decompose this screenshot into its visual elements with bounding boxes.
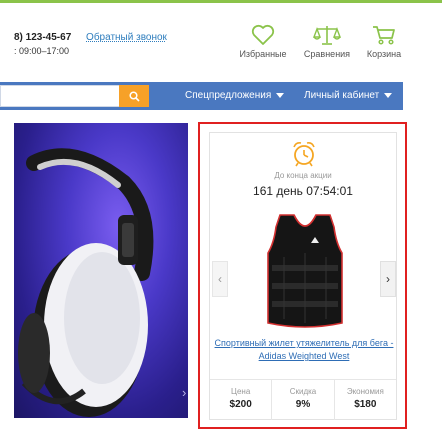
heart-icon <box>251 24 275 45</box>
savings-label: Экономия <box>346 387 384 396</box>
cart-icon <box>373 26 395 45</box>
search-input[interactable] <box>0 85 119 107</box>
price-stat: Цена $200 <box>210 380 273 420</box>
countdown-timer: 161 день 07:54:01 <box>253 184 353 198</box>
nav-special-offers-label: Спецпредложения <box>185 90 272 101</box>
working-hours: : 09:00–17:00 <box>14 46 70 56</box>
compare-button[interactable]: Сравнения <box>298 24 356 59</box>
promo-banner[interactable]: › <box>14 123 188 418</box>
countdown-label: До конца акции <box>274 171 332 180</box>
promo-stats: Цена $200 Скидка 9% Экономия $180 <box>210 379 396 420</box>
scales-icon <box>313 26 341 45</box>
chevron-right-icon: › <box>386 272 390 286</box>
prev-product-button[interactable]: ‹ <box>212 261 228 297</box>
favorites-button[interactable]: Избранные <box>236 24 290 59</box>
savings-stat: Экономия $180 <box>335 380 396 420</box>
search-button[interactable] <box>119 85 149 107</box>
nav-special-offers[interactable]: Спецпредложения <box>185 82 285 110</box>
banner-next-arrow[interactable]: › <box>182 385 186 400</box>
promo-widget: До конца акции 161 день 07:54:01 ‹ › Спо… <box>198 122 407 429</box>
discount-value: 9% <box>295 399 311 410</box>
callback-link[interactable]: Обратный звонок <box>86 32 167 43</box>
chevron-down-icon <box>384 92 393 98</box>
compare-label: Сравнения <box>303 49 351 59</box>
search-icon <box>128 90 140 102</box>
nav-personal-account-label: Личный кабинет <box>304 90 380 101</box>
top-accent-line <box>0 0 442 3</box>
discount-label: Скидка <box>289 387 317 396</box>
alarm-clock-icon <box>293 142 315 167</box>
favorites-label: Избранные <box>239 49 287 59</box>
next-product-button[interactable]: › <box>380 261 396 297</box>
contact-block: 8) 123-45-67 Обратный звонок <box>14 31 167 44</box>
promo-card: До конца акции 161 день 07:54:01 ‹ › Спо… <box>209 132 397 420</box>
product-image[interactable] <box>264 213 346 331</box>
chevron-left-icon: ‹ <box>218 272 222 286</box>
chevron-down-icon <box>276 92 285 98</box>
product-link[interactable]: Спортивный жилет утяжелитель для бега - … <box>214 337 394 363</box>
savings-value: $180 <box>354 399 377 410</box>
cart-label: Корзина <box>366 49 402 59</box>
phone-number[interactable]: 8) 123-45-67 <box>14 32 71 43</box>
cart-button[interactable]: Корзина <box>362 24 406 59</box>
nav-personal-account[interactable]: Личный кабинет <box>304 82 393 110</box>
headphones-image <box>18 148 154 417</box>
discount-stat: Скидка 9% <box>272 380 335 420</box>
price-value: $200 <box>229 399 252 410</box>
price-label: Цена <box>231 387 251 396</box>
main-navbar: Спецпредложения Личный кабинет <box>0 82 403 110</box>
